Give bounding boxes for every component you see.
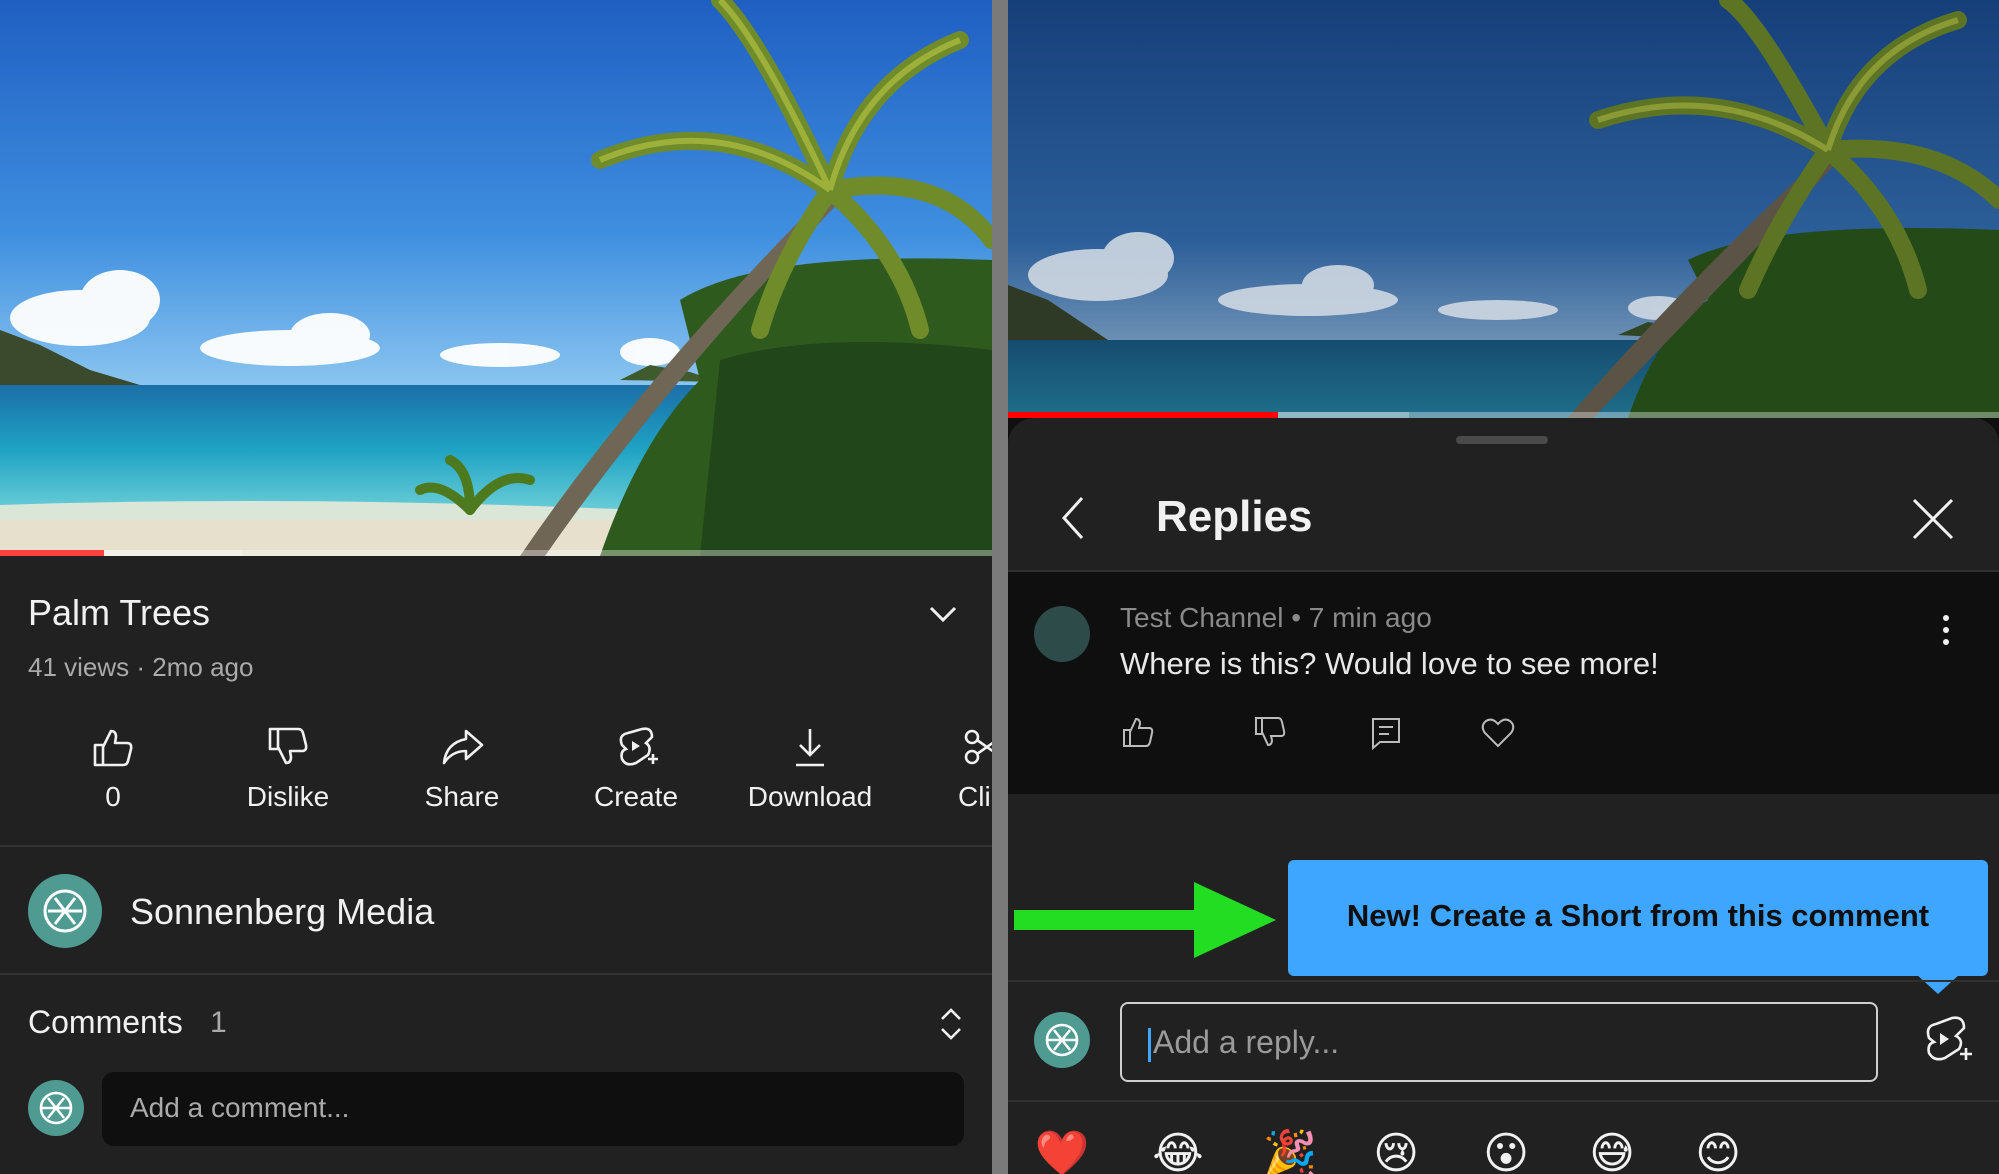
video-buffered-bar — [0, 550, 243, 556]
close-icon[interactable] — [1908, 494, 1958, 544]
emoji-option[interactable]: 😢 — [1366, 1124, 1426, 1174]
comment-text: Where is this? Would love to see more! — [1120, 646, 1659, 681]
action-bar: 0 Dislike Share Create Download Cli — [0, 715, 992, 835]
user-avatar — [28, 1080, 84, 1136]
commenter-avatar[interactable] — [1034, 606, 1090, 662]
emoji-option[interactable]: 🎉 — [1260, 1124, 1320, 1174]
video-meta: 41 views · 2mo ago — [28, 652, 254, 682]
video-watch-panel: Palm Trees 41 views · 2mo ago 0 Dislike … — [0, 0, 992, 1174]
replies-panel: Replies Test Channel • 7 min ago Where i… — [1008, 0, 1999, 1174]
add-reply-input[interactable]: Add a reply... — [1120, 1002, 1878, 1082]
emoji-option[interactable]: 😅 — [1582, 1124, 1642, 1174]
create-label: Create — [593, 781, 679, 812]
share-icon — [442, 729, 484, 765]
user-avatar — [1034, 1012, 1090, 1068]
thumbs-down-icon — [268, 727, 308, 765]
comment-author-line: Test Channel • 7 min ago — [1120, 602, 1432, 633]
create-short-tooltip[interactable]: New! Create a Short from this comment — [1288, 860, 1988, 976]
emoji-quick-bar: ❤️ 😂 🎉 😢 😮 😅 😊 — [1008, 1124, 1999, 1174]
parent-comment: Test Channel • 7 min ago Where is this? … — [1008, 572, 1999, 794]
download-button[interactable]: Download — [725, 715, 895, 813]
expand-description-chevron-icon[interactable] — [925, 598, 961, 628]
divider — [1008, 980, 1999, 982]
comment-reply-icon[interactable] — [1368, 714, 1404, 750]
share-label: Share — [424, 781, 500, 812]
clip-button[interactable]: Cli — [900, 715, 992, 813]
dislike-button[interactable]: Dislike — [203, 715, 373, 813]
replies-title: Replies — [1156, 492, 1313, 541]
create-button[interactable]: Create — [551, 715, 721, 813]
emoji-option[interactable]: 😂 — [1148, 1124, 1208, 1174]
channel-avatar[interactable] — [28, 874, 102, 948]
video-player[interactable] — [0, 0, 992, 556]
replies-sheet: Replies Test Channel • 7 min ago Where i… — [1008, 418, 1999, 1174]
share-button[interactable]: Share — [377, 715, 547, 813]
openai-logo-icon — [43, 889, 87, 933]
comments-count: 1 — [210, 1006, 227, 1039]
reply-placeholder: Add a reply... — [1153, 1024, 1340, 1060]
drag-handle[interactable] — [1456, 436, 1548, 444]
dislike-label: Dislike — [246, 781, 330, 812]
more-options-icon[interactable] — [1938, 610, 1954, 650]
openai-logo-icon — [39, 1091, 73, 1125]
back-arrow-icon[interactable] — [1054, 490, 1094, 546]
download-label: Download — [747, 781, 873, 812]
channel-name[interactable]: Sonnenberg Media — [130, 891, 434, 933]
create-short-from-comment-icon[interactable] — [1918, 1012, 1974, 1068]
like-count: 0 — [105, 781, 121, 812]
thumbs-up-icon — [93, 729, 133, 767]
video-frame-beach — [0, 0, 992, 556]
tooltip-pointer — [1916, 974, 1960, 994]
split-divider — [992, 0, 1008, 1174]
emoji-option[interactable]: 😊 — [1688, 1124, 1748, 1174]
divider — [0, 845, 992, 847]
comment-like-icon[interactable] — [1120, 714, 1156, 750]
comment-dislike-icon[interactable] — [1252, 714, 1288, 750]
text-caret — [1148, 1027, 1151, 1062]
download-icon — [796, 729, 824, 767]
video-frame-beach — [1008, 0, 1999, 418]
green-arrow-annotation — [1014, 882, 1276, 958]
video-progress-track[interactable] — [0, 550, 992, 556]
openai-logo-icon — [1045, 1023, 1079, 1057]
expand-comments-icon[interactable] — [934, 1004, 968, 1044]
scissors-icon — [964, 729, 992, 765]
video-title: Palm Trees — [28, 592, 211, 633]
tooltip-text: New! Create a Short from this comment — [1346, 898, 1930, 933]
divider — [0, 973, 992, 975]
like-button[interactable]: 0 — [28, 715, 198, 813]
emoji-option[interactable]: ❤️ — [1032, 1124, 1092, 1174]
add-comment-input[interactable]: Add a comment... — [102, 1072, 964, 1146]
comments-header[interactable]: Comments — [28, 1004, 183, 1041]
heart-outline-icon[interactable] — [1480, 714, 1516, 750]
divider — [1008, 1100, 1999, 1102]
create-shorts-icon — [619, 727, 658, 766]
clip-label: Cli — [958, 781, 991, 812]
video-player[interactable] — [1008, 0, 1999, 418]
emoji-option[interactable]: 😮 — [1476, 1124, 1536, 1174]
